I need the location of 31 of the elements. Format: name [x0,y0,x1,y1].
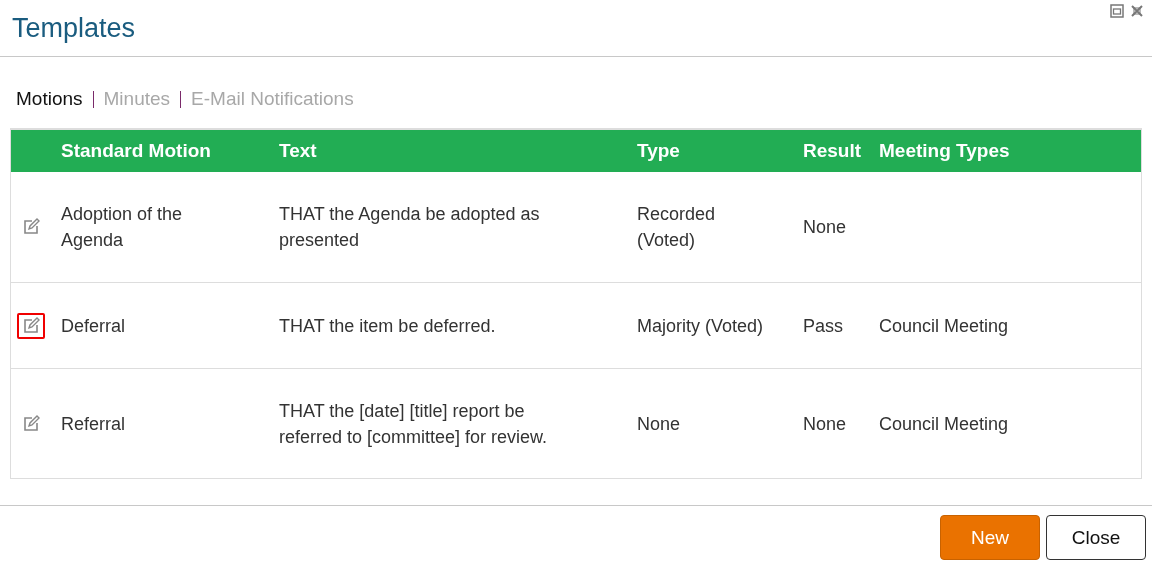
tab[interactable]: E-Mail Notifications [191,88,354,110]
new-button[interactable]: New [940,515,1040,560]
table-cell-text: THAT the [date] [title] report be referred to [committee] for review. [279,399,549,449]
table-cell-text: THAT the Agenda be adopted as presented [279,203,541,252]
column-header: Text [279,140,318,162]
table-cell-text: Referral [61,412,127,436]
close-button[interactable]: Close [1046,515,1146,560]
table-cell-text: Recorded (Voted) [637,203,717,252]
edit-icon [22,316,40,335]
table-cell-text: THAT the item be deferred. [279,314,497,338]
column-header: Type [637,140,681,162]
edit-icon [22,414,40,433]
restore-icon[interactable] [1110,4,1124,18]
table-cell-text: Adoption of the Agenda [61,203,184,252]
table-cell-text: Pass [803,314,845,338]
table-cell-text: None [803,412,848,436]
column-header: Meeting Types [879,140,1011,162]
table-cell-text: None [803,216,848,239]
table-cell-text: Majority (Voted) [637,314,765,338]
window-title: Templates [12,12,136,44]
table-cell-text: None [637,412,682,436]
tab[interactable]: Motions [16,88,83,110]
column-header: Standard Motion [61,140,212,162]
table-cell-text: Deferral [61,314,127,338]
table-cell-text: Council Meeting [879,314,1010,338]
edit-icon [22,218,40,236]
close-icon[interactable] [1130,4,1144,18]
table-cell-text: Council Meeting [879,412,1010,436]
edit-button[interactable] [17,312,45,339]
tab[interactable]: Minutes [103,88,171,110]
column-header: Result [803,140,863,162]
